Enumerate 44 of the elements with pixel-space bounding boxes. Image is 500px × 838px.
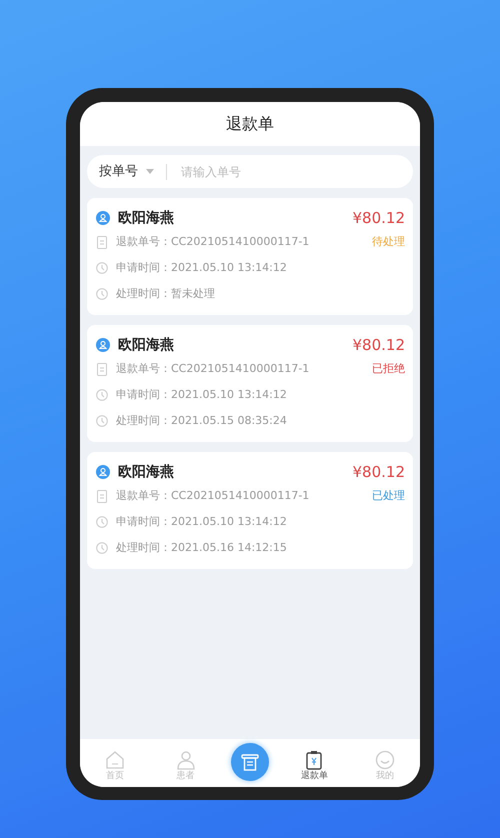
clock-icon: [96, 262, 108, 274]
search-field[interactable]: 按单号 请输入单号: [87, 155, 413, 188]
process-time: 处理时间：暂未处理: [116, 286, 215, 302]
patient-name: 欧阳海燕: [118, 462, 174, 482]
apply-time: 申请时间：2021.05.10 13:14:12: [116, 260, 287, 276]
user-icon: [96, 211, 110, 225]
order-number: 退款单号：CC2021051410000117-1: [116, 234, 310, 250]
apply-time: 申请时间：2021.05.10 13:14:12: [116, 386, 287, 403]
filter-dropdown[interactable]: 按单号: [99, 162, 138, 182]
tab-item[interactable]: 退款单: [289, 750, 340, 783]
clock-icon: [96, 516, 108, 528]
center-action-button[interactable]: [230, 743, 269, 781]
apply-time: 申请时间：2021.05.10 13:14:12: [116, 514, 287, 530]
caret-icon: [146, 169, 154, 174]
order-number: 退款单号：CC2021051410000117-1: [116, 488, 310, 504]
person-icon: [176, 750, 196, 770]
document-icon: [96, 490, 108, 502]
process-time: 处理时间：2021.05.16 14:12:15: [116, 540, 287, 556]
refund-amount: ¥80.12: [352, 334, 405, 356]
clock-icon: [96, 288, 108, 300]
clock-icon: [96, 415, 108, 427]
document-icon: [96, 236, 108, 248]
page-title: 退款单: [226, 113, 274, 135]
smiley-icon: [374, 750, 395, 770]
patient-name: 欧阳海燕: [118, 208, 174, 228]
document-icon: [96, 362, 108, 376]
order-card[interactable]: 欧阳海燕 ¥80.12 退款单号：CC2021051410000117-1 已处理 申请时间：2021.05.10 13:14:12 处理时间：2021.05.16 14:12:15: [87, 452, 413, 569]
refund-amount: ¥80.12: [352, 208, 405, 229]
receipt-icon: [240, 753, 259, 771]
home-icon: [105, 750, 126, 770]
order-card[interactable]: 欧阳海燕 ¥80.12 退款单号：CC2021051410000117-1 待处理 申请时间：2021.05.10 13:14:12 处理时间：暂未处理: [87, 198, 413, 315]
user-icon: [96, 338, 110, 352]
status-label: 已处理: [372, 488, 405, 504]
refund-amount: ¥80.12: [352, 462, 405, 483]
user-icon: [96, 465, 110, 479]
order-card[interactable]: 欧阳海燕 ¥80.12 退款单号：CC2021051410000117-1 已拒绝 申请时间：2021.05.10 13:14:12 处理时间：2021.05.15 08:35:24: [87, 325, 413, 442]
status-label: 待处理: [372, 234, 405, 250]
status-label: 已拒绝: [372, 360, 405, 377]
clock-icon: [96, 542, 108, 554]
patient-name: 欧阳海燕: [118, 336, 174, 354]
process-time: 处理时间：2021.05.15 08:35:24: [116, 412, 287, 429]
clock-icon: [96, 389, 108, 401]
order-number: 退款单号：CC2021051410000117-1: [116, 360, 310, 377]
clipboard-icon: [305, 750, 324, 770]
